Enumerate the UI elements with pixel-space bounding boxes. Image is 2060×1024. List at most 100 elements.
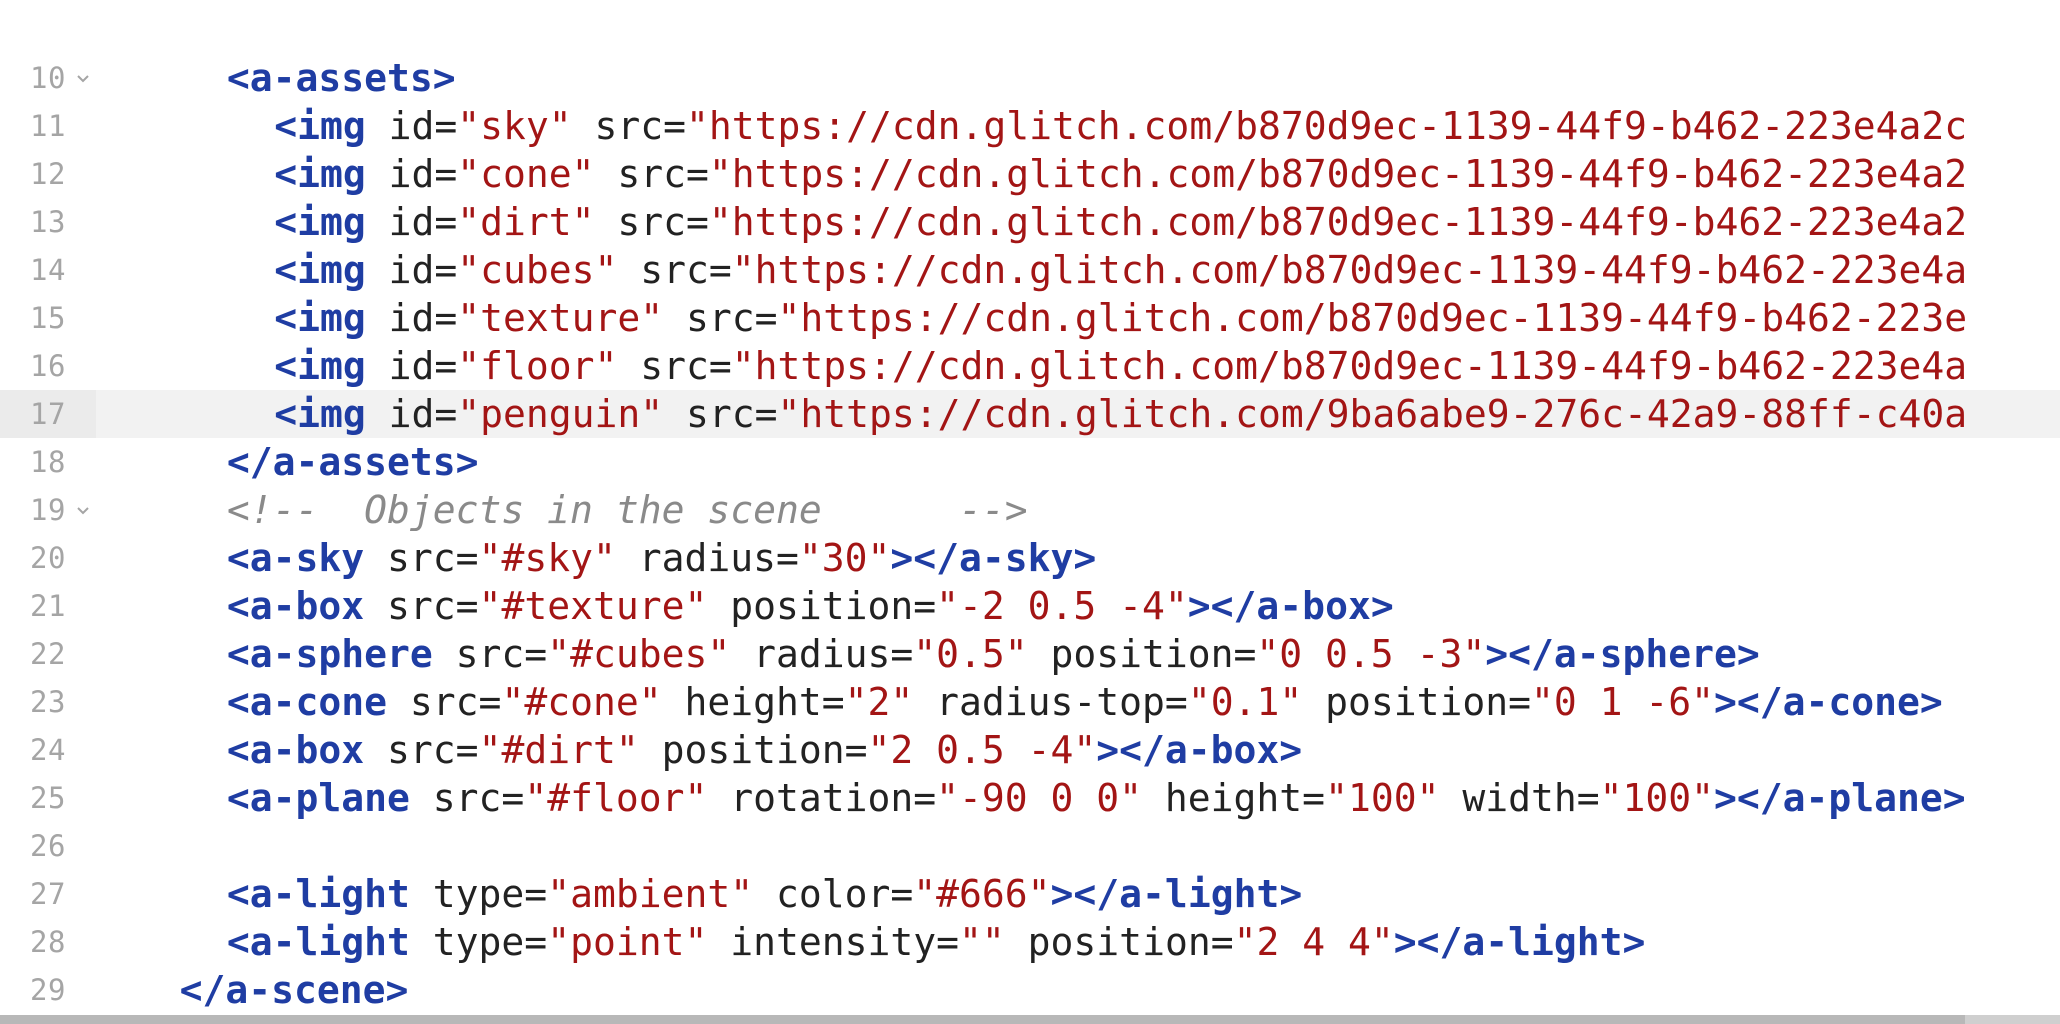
line-number: 19 xyxy=(30,493,66,527)
line-number: 23 xyxy=(30,685,66,719)
line-number: 12 xyxy=(30,157,66,191)
code-token-string: "#666" xyxy=(913,872,1051,916)
code-token-string: "https://cdn.glitch.com/b870d9ec-1139-44… xyxy=(731,344,1968,388)
code-line[interactable]: 13 <img id="dirt" src="https://cdn.glitch… xyxy=(0,198,2060,246)
code-token-string: "#floor" xyxy=(524,776,708,820)
code-line[interactable]: 12 <img id="cone" src="https://cdn.glitch… xyxy=(0,150,2060,198)
code-token-tag: <img xyxy=(274,344,366,388)
scrollbar-thumb[interactable] xyxy=(0,1015,1965,1024)
code-token-string: "point" xyxy=(547,920,708,964)
code-content: <a-box src="#dirt" position="2 0.5 -4"><… xyxy=(227,726,1302,774)
code-line[interactable]: 11 <img id="sky" src="https://cdn.glitch.… xyxy=(0,102,2060,150)
code-token-string: "0 0.5 -3" xyxy=(1256,632,1486,676)
horizontal-scrollbar[interactable] xyxy=(0,1015,2060,1024)
code-token-attr: type= xyxy=(409,920,548,964)
line-number: 26 xyxy=(30,829,66,863)
code-content: <!-- Objects in the scene --> xyxy=(227,486,1028,534)
code-token-string: "" xyxy=(959,920,1005,964)
code-line[interactable]: 19 <!-- Objects in the scene --> xyxy=(0,486,2060,534)
code-token-tag: ></a-light> xyxy=(1050,872,1303,916)
code-token-attr: src= xyxy=(663,296,778,340)
code-token-attr: intensity= xyxy=(707,920,960,964)
code-token-tag: ></a-plane> xyxy=(1714,776,1966,820)
code-token-attr: id= xyxy=(365,392,458,436)
code-token-string: "cone" xyxy=(457,152,595,196)
code-token-tag: <img xyxy=(274,200,366,244)
code-token-string: "cubes" xyxy=(457,248,618,292)
line-gutter: 13 xyxy=(0,198,96,246)
code-content: <img id="floor" src="https://cdn.glitch.… xyxy=(274,342,1967,390)
line-gutter: 10 xyxy=(0,54,96,102)
code-token-tag: </a-assets> xyxy=(226,440,479,484)
line-number: 20 xyxy=(30,541,66,575)
code-content: <a-assets> xyxy=(227,54,456,102)
code-line[interactable]: 22 <a-sphere src="#cubes" radius="0.5" po… xyxy=(0,630,2060,678)
code-content: <a-cone src="#cone" height="2" radius-to… xyxy=(227,678,1943,726)
code-line[interactable]: 23 <a-cone src="#cone" height="2" radius-… xyxy=(0,678,2060,726)
code-token-comment: <!-- Objects in the scene --> xyxy=(226,488,1028,532)
line-number: 27 xyxy=(30,877,66,911)
code-line[interactable]: 14 <img id="cubes" src="https://cdn.glitc… xyxy=(0,246,2060,294)
code-token-tag: ></a-cone> xyxy=(1714,680,1943,724)
code-token-attr: src= xyxy=(594,152,709,196)
code-token-attr: src= xyxy=(409,776,525,820)
code-line[interactable]: 26 xyxy=(0,822,2060,870)
code-content: <a-sphere src="#cubes" radius="0.5" posi… xyxy=(227,630,1760,678)
code-line[interactable]: 20 <a-sky src="#sky" radius="30"></a-sky> xyxy=(0,534,2060,582)
code-token-tag: <a-assets> xyxy=(226,56,456,100)
code-token-attr: id= xyxy=(365,152,458,196)
code-token-string: "ambient" xyxy=(547,872,754,916)
code-token-attr: src= xyxy=(387,680,502,724)
code-token-attr: position= xyxy=(638,728,868,772)
code-line[interactable]: 27 <a-light type="ambient" color="#666"><… xyxy=(0,870,2060,918)
line-gutter: 29 xyxy=(0,966,96,1014)
code-token-tag: <a-box xyxy=(226,584,365,628)
code-token-attr: id= xyxy=(365,200,458,244)
code-line[interactable]: 16 <img id="floor" src="https://cdn.glitc… xyxy=(0,342,2060,390)
code-token-tag: ></a-box> xyxy=(1096,728,1303,772)
code-token-tag: ></a-light> xyxy=(1393,920,1646,964)
code-token-string: "0 1 -6" xyxy=(1530,680,1715,724)
code-line[interactable]: 17 <img id="penguin" src="https://cdn.gli… xyxy=(0,390,2060,438)
code-token-string: "0.5" xyxy=(913,632,1028,676)
code-token-string: "texture" xyxy=(457,296,664,340)
code-line[interactable]: 25 <a-plane src="#floor" rotation="-90 0 … xyxy=(0,774,2060,822)
code-token-tag: <a-cone xyxy=(226,680,388,724)
line-number: 28 xyxy=(30,925,66,959)
code-line[interactable]: 28 <a-light type="point" intensity="" pos… xyxy=(0,918,2060,966)
code-token-attr: src= xyxy=(617,344,732,388)
code-line[interactable]: 21 <a-box src="#texture" position="-2 0.5… xyxy=(0,582,2060,630)
code-token-tag: ></a-box> xyxy=(1187,584,1394,628)
code-token-string: "penguin" xyxy=(457,392,664,436)
code-line[interactable]: 29 </a-scene> xyxy=(0,966,2060,1014)
line-gutter: 27 xyxy=(0,870,96,918)
code-line[interactable]: 24 <a-box src="#dirt" position="2 0.5 -4"… xyxy=(0,726,2060,774)
line-gutter: 25 xyxy=(0,774,96,822)
code-content: <img id="texture" src="https://cdn.glitc… xyxy=(274,294,1967,342)
code-token-tag: ></a-sky> xyxy=(890,536,1097,580)
code-token-attr: position= xyxy=(1004,920,1234,964)
code-token-string: "0.1" xyxy=(1187,680,1303,724)
code-token-string: "30" xyxy=(798,536,891,580)
code-token-string: "https://cdn.glitch.com/b870d9ec-1139-44… xyxy=(777,296,1968,340)
code-token-string: "100" xyxy=(1325,776,1440,820)
line-number: 10 xyxy=(30,61,66,95)
code-token-attr: id= xyxy=(365,248,458,292)
code-content: <img id="cone" src="https://cdn.glitch.c… xyxy=(274,150,1967,198)
line-number: 11 xyxy=(30,109,66,143)
code-token-attr: radius= xyxy=(730,632,914,676)
code-token-string: "https://cdn.glitch.com/b870d9ec-1139-44… xyxy=(708,152,1968,196)
code-token-tag: </a-scene> xyxy=(179,968,409,1012)
code-token-attr: id= xyxy=(365,344,458,388)
line-number: 25 xyxy=(30,781,66,815)
code-line[interactable]: 15 <img id="texture" src="https://cdn.gli… xyxy=(0,294,2060,342)
code-token-tag: <a-light xyxy=(226,872,410,916)
code-token-string: "#sky" xyxy=(478,536,616,580)
code-editor[interactable]: 10 <a-assets> 11 <img id="sky" src="https:/… xyxy=(0,0,2060,1015)
line-gutter: 19 xyxy=(0,486,96,534)
code-token-tag: <a-sky xyxy=(226,536,365,580)
code-line[interactable]: 10 <a-assets> xyxy=(0,54,2060,102)
code-token-attr: height= xyxy=(1142,776,1326,820)
code-token-string: "#cubes" xyxy=(547,632,731,676)
code-line[interactable]: 18 </a-assets> xyxy=(0,438,2060,486)
